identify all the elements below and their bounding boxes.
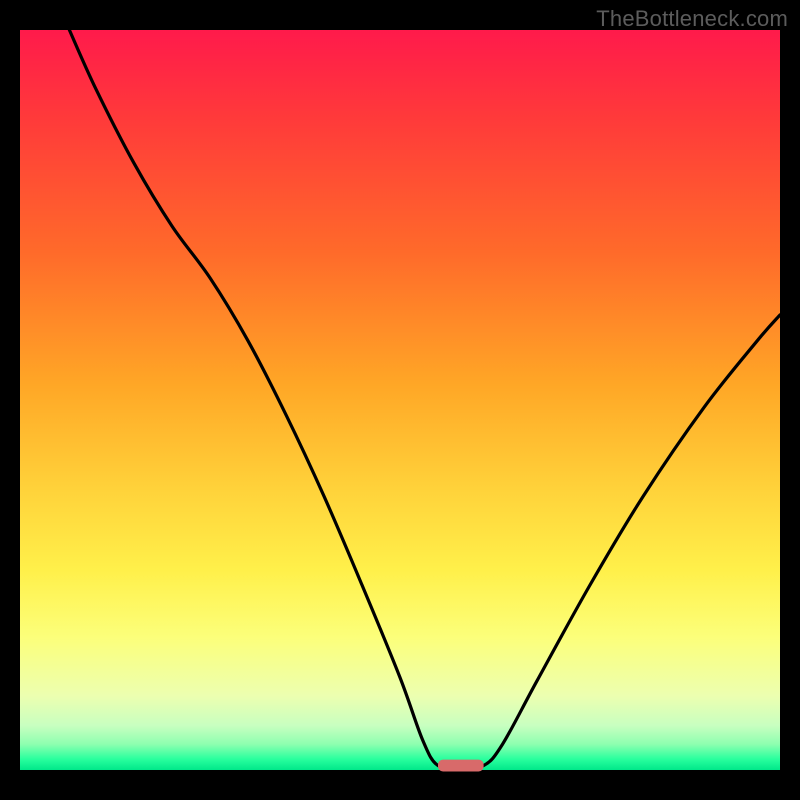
- watermark-text: TheBottleneck.com: [596, 6, 788, 32]
- chart-svg: [0, 0, 800, 800]
- optimal-marker: [438, 760, 484, 772]
- plot-background: [20, 30, 780, 770]
- bottleneck-chart: [0, 0, 800, 800]
